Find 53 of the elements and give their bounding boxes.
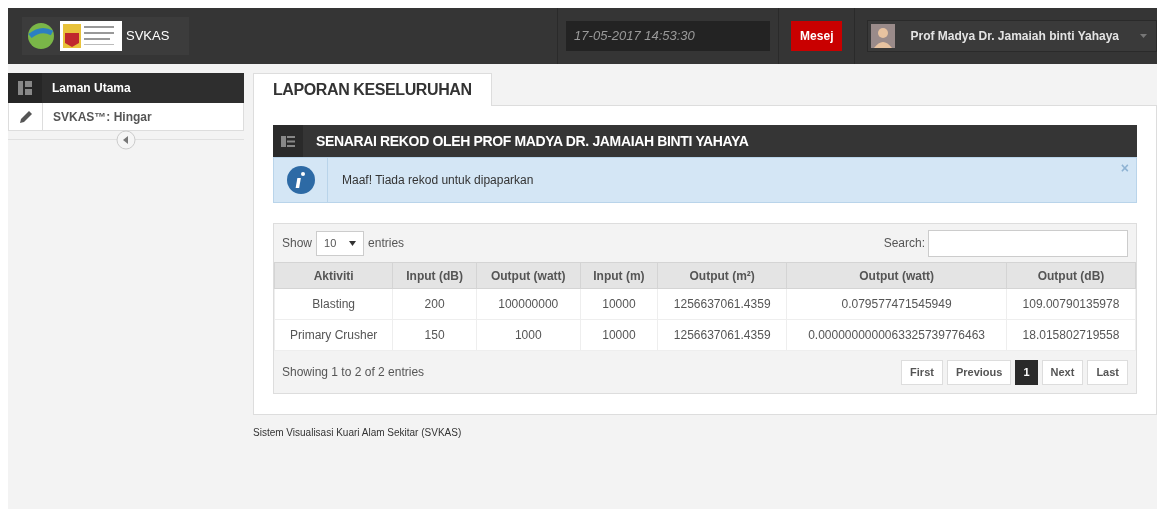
university-logo-icon	[60, 21, 122, 51]
list-icon	[281, 135, 295, 147]
entries-label: entries	[368, 235, 405, 252]
footer-text: Sistem Visualisasi Kuari Alam Sekitar (SVKAS)	[253, 426, 463, 440]
pencil-icon	[18, 109, 33, 124]
table-cell: 100000000	[476, 288, 581, 320]
caret-icon	[349, 240, 357, 246]
table-cell: 18.015802719558	[1006, 319, 1136, 351]
column-header[interactable]: Output (m²)	[657, 262, 787, 289]
column-header[interactable]: Aktiviti	[274, 262, 393, 289]
table-cell: 1000	[476, 319, 581, 351]
app-name: SVKAS	[126, 27, 171, 46]
table-cell: 150	[392, 319, 477, 351]
show-label: Show	[282, 235, 313, 252]
page-button[interactable]: Last	[1087, 359, 1128, 385]
table-cell: 1256637061.4359	[657, 319, 787, 351]
table-info: Showing 1 to 2 of 2 entries	[282, 364, 425, 381]
table-cell: 10000	[580, 319, 658, 351]
page-button[interactable]: First	[901, 359, 943, 385]
page-size-select[interactable]: 10	[316, 230, 365, 256]
table-cell: 200	[392, 288, 477, 320]
panel-title: SENARAI REKOD OLEH PROF MADYA DR. JAMAIAH BINTI YAHAYA	[316, 131, 749, 151]
table-cell: 0.079577471545949	[786, 288, 1007, 320]
table-cell: 0.0000000000063325739776463	[786, 319, 1007, 351]
user-name: Prof Madya Dr. Jamaiah binti Yahaya	[909, 28, 1120, 45]
table-cell: 109.00790135978	[1006, 288, 1136, 320]
page-button[interactable]: Previous	[946, 359, 1012, 385]
alert-message: Maaf! Tiada rekod untuk dipaparkan	[342, 172, 534, 189]
search-label: Search:	[883, 235, 925, 252]
sidebar-item[interactable]: Laman Utama	[8, 73, 244, 103]
column-header[interactable]: Input (dB)	[392, 262, 477, 289]
message-button[interactable]: Mesej	[791, 21, 843, 51]
page-tab[interactable]: LAPORAN KESELURUHAN	[253, 73, 492, 106]
column-header[interactable]: Output (dB)	[1006, 262, 1136, 289]
info-icon	[286, 166, 315, 194]
table-cell: 1256637061.4359	[657, 288, 787, 320]
logo-icon	[26, 21, 56, 51]
avatar-icon	[871, 24, 896, 48]
sidebar-item[interactable]: SVKAS™: Hingar	[8, 103, 244, 131]
collapse-icon[interactable]	[116, 130, 136, 150]
table-cell: Blasting	[274, 288, 393, 320]
datetime-field: 17-05-2017 14:53:30	[566, 21, 771, 51]
table-cell: 10000	[580, 288, 658, 320]
column-header[interactable]: Output (watt)	[786, 262, 1007, 289]
user-menu[interactable]: Prof Madya Dr. Jamaiah binti Yahaya	[867, 20, 1157, 52]
search-field[interactable]	[928, 229, 1128, 257]
column-header[interactable]: Input (m)	[580, 262, 658, 289]
caret-icon	[1140, 34, 1147, 38]
dashboard-icon	[18, 81, 32, 95]
column-header[interactable]: Output (watt)	[476, 262, 581, 289]
table-cell: Primary Crusher	[274, 319, 393, 351]
page-button[interactable]: 1	[1015, 359, 1038, 385]
page-button[interactable]: Next	[1041, 359, 1084, 385]
